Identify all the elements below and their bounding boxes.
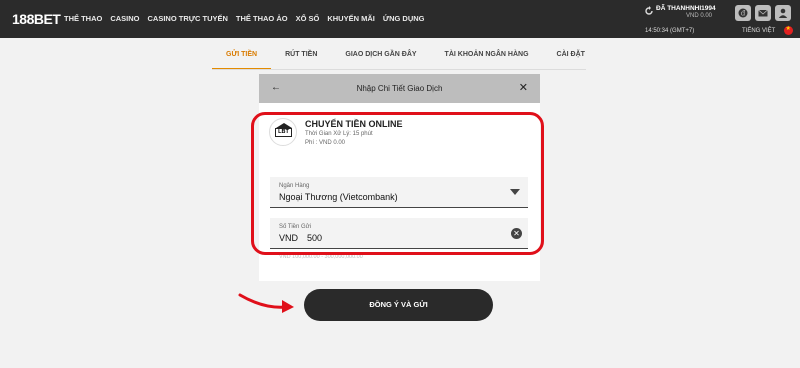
account-button[interactable] (775, 5, 791, 21)
nav-item-virtual-sports[interactable]: THỂ THAO ẢO (236, 14, 288, 23)
nav-item-live-casino[interactable]: CASINO TRỰC TUYẾN (148, 14, 228, 23)
mail-icon (758, 9, 768, 17)
clock: 14:50:34 (GMT+7) (645, 28, 695, 34)
balance: VND 0.00 (686, 13, 713, 19)
tab-withdraw[interactable]: RÚT TIỀN (271, 50, 331, 70)
nav-item-lottery[interactable]: XỔ SỐ (296, 14, 320, 23)
brand-logo[interactable]: 188BET (12, 11, 61, 27)
annotation-arrow-icon (238, 293, 294, 313)
tab-deposit[interactable]: GỬI TIỀN (212, 50, 272, 70)
coin-icon: đ (738, 8, 748, 18)
vietnam-flag-icon[interactable] (784, 25, 793, 35)
nav-item-promotions[interactable]: KHUYẾN MÃI (327, 14, 375, 23)
language-selector[interactable]: TIẾNG VIỆT (742, 28, 775, 34)
tab-bank-accounts[interactable]: TÀI KHOẢN NGÂN HÀNG (431, 50, 543, 70)
svg-text:đ: đ (741, 10, 746, 18)
nav-item-casino[interactable]: CASINO (110, 14, 139, 23)
top-header: 188BET THỂ THAO CASINO CASINO TRỰC TUYẾN… (0, 0, 800, 38)
deposit-coin-button[interactable]: đ (735, 5, 751, 21)
account-tabs: GỬI TIỀN RÚT TIỀN GIAO DỊCH GẦN ĐÂY TÀI … (212, 50, 599, 70)
user-icon (778, 8, 788, 18)
messages-button[interactable] (755, 5, 771, 21)
highlight-annotation (251, 112, 544, 255)
username: ĐÃ THANHNHI1994 (656, 5, 716, 12)
tab-recent-transactions[interactable]: GIAO DỊCH GẦN ĐÂY (331, 50, 430, 70)
close-icon[interactable]: ✕ (519, 81, 528, 94)
nav-item-sports[interactable]: THỂ THAO (64, 14, 102, 23)
tabs-divider (212, 69, 586, 70)
nav-item-apps[interactable]: ỨNG DỤNG (383, 14, 425, 23)
main-nav: THỂ THAO CASINO CASINO TRỰC TUYẾN THỂ TH… (64, 14, 433, 23)
tab-settings[interactable]: CÀI ĐẶT (543, 50, 599, 70)
modal-header: ← Nhập Chi Tiết Giao Dịch ✕ (259, 74, 540, 103)
modal-title: Nhập Chi Tiết Giao Dịch (356, 84, 443, 93)
submit-button[interactable]: ĐỒNG Ý VÀ GỬI (304, 289, 493, 321)
refresh-icon[interactable] (644, 6, 654, 16)
